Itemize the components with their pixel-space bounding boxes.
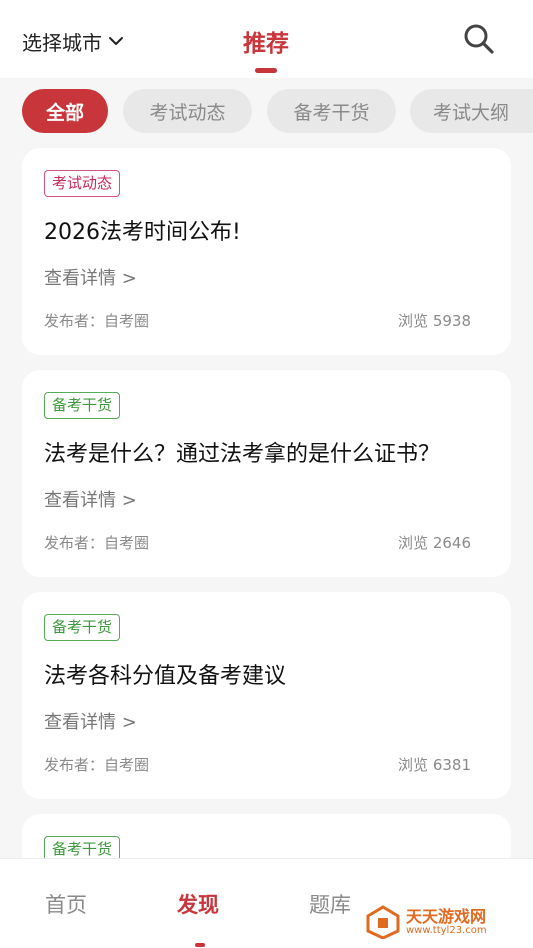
article-title[interactable]: 2026法考时间公布! — [44, 214, 241, 246]
view-details-link[interactable]: 查看详情 > — [44, 264, 137, 290]
search-icon[interactable] — [462, 22, 496, 56]
article-card[interactable]: 考试动态 2026法考时间公布! 查看详情 > 发布者：自考圈 浏览 5938 — [22, 148, 511, 355]
nav-discover[interactable]: 发现 — [177, 889, 219, 919]
chip-study-tips[interactable]: 备考干货 — [267, 89, 396, 133]
category-tag: 备考干货 — [44, 614, 121, 641]
city-selector[interactable]: 选择城市 — [22, 26, 126, 56]
tab-recommend[interactable]: 推荐 — [228, 24, 304, 58]
category-tag: 考试动态 — [44, 170, 121, 197]
chip-exam-syllabus[interactable]: 考试大纲 — [410, 89, 533, 133]
chip-exam-news[interactable]: 考试动态 — [123, 89, 252, 133]
article-title[interactable]: 法考各科分值及备考建议 — [44, 658, 286, 690]
view-details-link[interactable]: 查看详情 > — [44, 708, 137, 734]
view-details-link[interactable]: 查看详情 > — [44, 486, 137, 512]
city-selector-label: 选择城市 — [22, 30, 102, 55]
category-tag: 备考干货 — [44, 392, 121, 419]
nav-active-indicator — [195, 943, 205, 947]
tab-active-indicator — [255, 68, 277, 73]
publisher-text: 发布者：自考圈 — [44, 756, 150, 774]
watermark: 天天游戏网 www.ttyl23.com — [352, 896, 533, 948]
publisher-text: 发布者：自考圈 — [44, 534, 150, 552]
top-header: 选择城市 推荐 — [0, 0, 533, 78]
category-filter-bar: 全部 考试动态 备考干货 考试大纲 — [0, 78, 533, 148]
view-count: 浏览 6381 — [398, 756, 471, 774]
chip-all[interactable]: 全部 — [22, 89, 108, 133]
article-title[interactable]: 法考是什么？通过法考拿的是什么证书？ — [44, 436, 440, 468]
view-count: 浏览 2646 — [398, 534, 471, 552]
watermark-title: 天天游戏网 — [406, 906, 487, 926]
watermark-logo-icon — [366, 905, 400, 939]
article-card[interactable]: 备考干货 法考各科分值及备考建议 查看详情 > 发布者：自考圈 浏览 6381 — [22, 592, 511, 799]
nav-question-bank[interactable]: 题库 — [309, 889, 351, 919]
article-card[interactable]: 备考干货 法考是什么？通过法考拿的是什么证书？ 查看详情 > 发布者：自考圈 浏… — [22, 370, 511, 577]
chevron-down-icon — [109, 37, 123, 45]
view-count: 浏览 5938 — [398, 312, 471, 330]
watermark-url: www.ttyl23.com — [406, 925, 487, 937]
nav-home[interactable]: 首页 — [45, 889, 87, 919]
publisher-text: 发布者：自考圈 — [44, 312, 150, 330]
